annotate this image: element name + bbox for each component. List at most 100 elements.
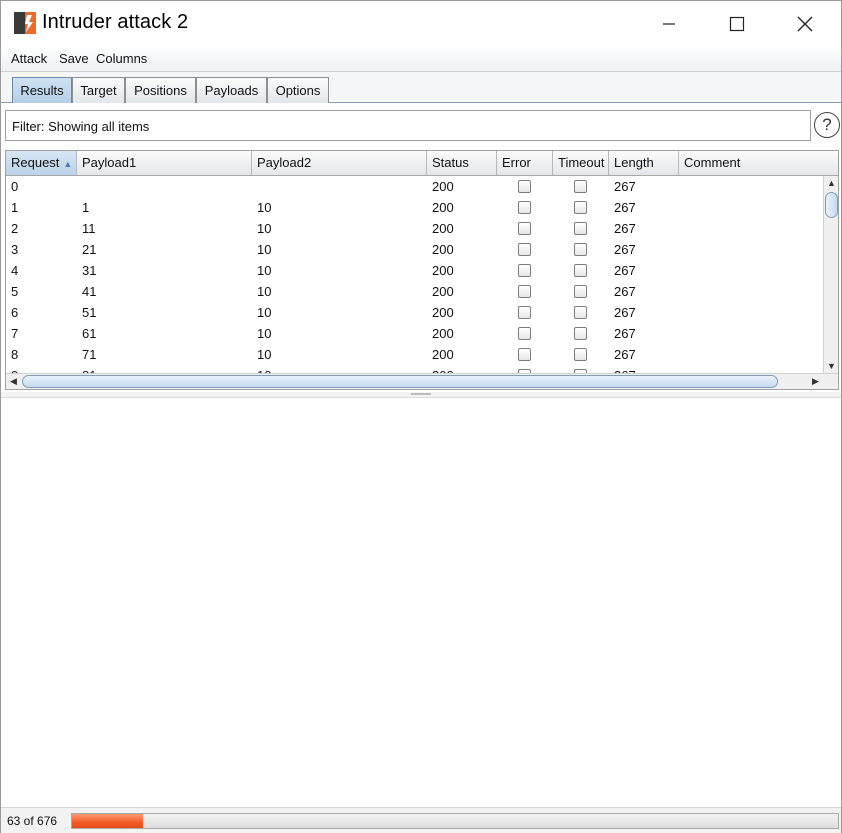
scroll-right-icon[interactable]: ▶ [808,374,823,389]
menu-columns[interactable]: Columns [96,51,147,66]
cell-payload1: 51 [82,305,97,320]
error-checkbox [518,243,531,256]
cell-payload2: 10 [257,200,272,215]
timeout-checkbox [574,264,587,277]
close-icon [797,16,813,31]
filter-bar[interactable]: Filter: Showing all items [5,110,811,141]
cell-payload1: 1 [82,200,90,215]
column-header-comment[interactable]: Comment [679,151,838,175]
cell-status: 200 [432,179,454,194]
cell-payload1: 41 [82,284,97,299]
intruder-window: Intruder attack 2 Attack Save Columns Re… [0,0,842,833]
error-checkbox [518,201,531,214]
minimize-button[interactable] [635,1,703,46]
cell-length: 267 [614,326,636,341]
title-bar: Intruder attack 2 [1,1,841,46]
cell-payload2 [252,176,257,197]
timeout-checkbox [574,327,587,340]
burp-logo-icon [14,12,36,34]
scroll-left-icon[interactable]: ◀ [6,374,21,389]
table-row[interactable]: 6 51 10 200 267 [6,302,823,323]
cell-comment [679,197,684,218]
menu-attack[interactable]: Attack [11,51,47,66]
column-header-status[interactable]: Status [427,151,497,175]
status-bar: 63 of 676 [1,807,841,833]
window-title: Intruder attack 2 [42,11,189,33]
cell-request: 9 [6,365,18,373]
cell-request: 3 [11,242,19,257]
vertical-scrollbar[interactable]: ▲ ▼ [823,176,838,373]
table-row[interactable]: 2 11 10 200 267 [6,218,823,239]
tab-options[interactable]: Options [267,77,329,103]
cell-request: 8 [11,347,19,362]
cell-length: 267 [614,242,636,257]
cell-comment [679,260,684,281]
cell-length: 267 [614,200,636,215]
column-header-request[interactable]: Request ▲ [6,151,77,175]
request-detail-pane [1,398,841,806]
cell-request: 1 [11,200,19,215]
table-row[interactable]: 5 41 10 200 267 [6,281,823,302]
column-header-length[interactable]: Length [609,151,679,175]
cell-payload1: 31 [82,263,97,278]
cell-payload1: 81 [77,365,96,373]
cell-length: 267 [614,179,636,194]
cell-status: 200 [432,326,454,341]
table-row[interactable]: 3 21 10 200 267 [6,239,823,260]
table-row[interactable]: 4 31 10 200 267 [6,260,823,281]
timeout-checkbox [574,201,587,214]
cell-status: 200 [432,200,454,215]
column-header-timeout[interactable]: Timeout [553,151,609,175]
error-checkbox [518,306,531,319]
cell-length: 267 [614,347,636,362]
column-header-error[interactable]: Error [497,151,553,175]
error-checkbox [518,327,531,340]
menu-save[interactable]: Save [59,51,89,66]
splitter-grip-icon [411,393,431,395]
cell-status: 200 [432,347,454,362]
table-row[interactable]: 0 200 267 [6,176,823,197]
horizontal-scrollbar[interactable]: ◀ ▶ [6,373,838,389]
cell-comment [679,365,684,373]
help-icon[interactable]: ? [814,112,840,138]
vertical-scroll-thumb[interactable] [825,192,838,218]
tab-bar: Results Target Positions Payloads Option… [1,72,841,103]
close-button[interactable] [771,1,839,46]
table-row[interactable]: 1 1 10 200 267 [6,197,823,218]
tab-results[interactable]: Results [12,77,72,103]
progress-bar [71,813,839,829]
cell-length: 267 [614,305,636,320]
sort-ascending-icon: ▲ [63,159,73,169]
timeout-checkbox [574,243,587,256]
table-row[interactable]: 9 81 10 200 267 [6,365,823,373]
scroll-down-icon[interactable]: ▼ [824,359,838,373]
cell-comment [679,218,684,239]
maximize-button[interactable] [703,1,771,46]
cell-request: 6 [11,305,19,320]
tab-target[interactable]: Target [72,77,125,103]
cell-payload1: 11 [82,221,96,236]
cell-payload1: 61 [82,326,97,341]
scroll-up-icon[interactable]: ▲ [824,176,838,190]
error-checkbox [518,222,531,235]
cell-payload2: 10 [257,347,272,362]
table-row[interactable]: 8 71 10 200 267 [6,344,823,365]
tab-positions[interactable]: Positions [125,77,196,103]
tab-payloads[interactable]: Payloads [196,77,267,103]
maximize-icon [729,16,745,31]
timeout-checkbox [574,285,587,298]
cell-comment [679,176,684,197]
cell-request: 7 [11,326,19,341]
filter-label: Filter: Showing all items [12,119,150,134]
timeout-checkbox [574,222,587,235]
cell-comment [679,344,684,365]
timeout-checkbox [574,348,587,361]
column-header-payload1[interactable]: Payload1 [77,151,252,175]
table-row[interactable]: 7 61 10 200 267 [6,323,823,344]
horizontal-scroll-thumb[interactable] [22,375,778,388]
column-header-payload2[interactable]: Payload2 [252,151,427,175]
error-checkbox [518,285,531,298]
cell-length: 267 [609,365,636,373]
cell-payload2: 10 [257,326,272,341]
cell-payload2: 10 [257,242,272,257]
